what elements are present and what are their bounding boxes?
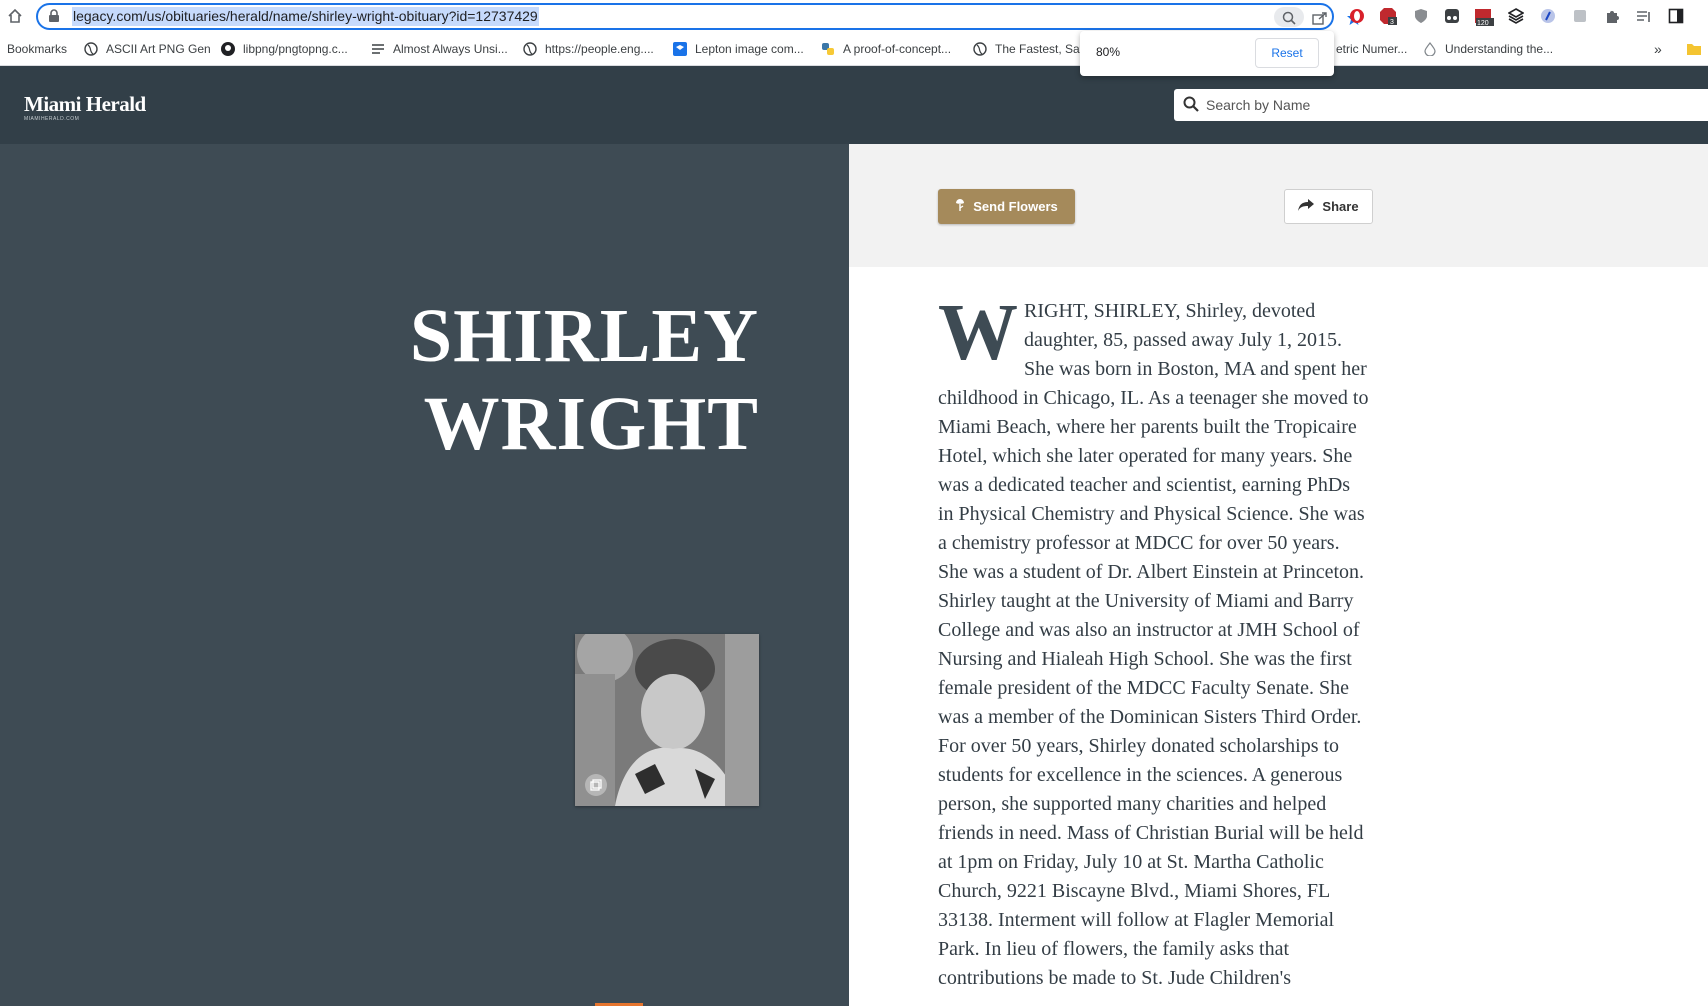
puzzle-extensions-icon[interactable] (1602, 6, 1622, 26)
bookmark-understanding[interactable]: Understanding the... (1423, 40, 1563, 58)
deceased-name: SHIRLEY WRIGHT (410, 292, 759, 468)
python-icon (821, 42, 835, 56)
share-page-icon[interactable] (1310, 8, 1330, 28)
address-bar[interactable]: legacy.com/us/obituaries/herald/name/shi… (36, 3, 1361, 30)
globe-icon (84, 42, 98, 56)
globe-icon (523, 42, 537, 56)
other-bookmarks-folder-icon[interactable] (1686, 40, 1702, 58)
search-input[interactable] (1206, 94, 1686, 116)
side-panel-icon[interactable] (1666, 6, 1686, 26)
globe-icon (973, 42, 987, 56)
drop-icon (1423, 42, 1437, 56)
github-icon (221, 42, 235, 56)
bookmark-lepton[interactable]: Lepton image com... (673, 40, 813, 58)
adblock-extension-icon[interactable]: 3 (1378, 6, 1398, 26)
obituary-body: RIGHT, SHIRLEY, Shirley, devoted daughte… (938, 300, 1369, 989)
home-icon[interactable] (5, 6, 25, 26)
browser-toolbar: legacy.com/us/obituaries/herald/name/shi… (0, 0, 1708, 33)
bookmark-proof-of-concept[interactable]: A proof-of-concept... (821, 40, 961, 58)
obituary-content: W RIGHT, SHIRLEY, Shirley, devoted daugh… (849, 267, 1708, 1006)
drop-cap: W (938, 289, 1018, 377)
svg-text:120: 120 (1477, 20, 1489, 26)
blue-circle-extension-icon[interactable] (1538, 6, 1558, 26)
search-box[interactable] (1174, 89, 1708, 121)
obituary-text: W RIGHT, SHIRLEY, Shirley, devoted daugh… (938, 289, 1370, 993)
logo-subtitle: MIAMIHERALD.COM (24, 116, 80, 122)
zoom-level: 80% (1096, 45, 1121, 59)
lock-icon[interactable] (48, 9, 62, 25)
bookmark-ascii-art[interactable]: ASCII Art PNG Gen (84, 40, 214, 58)
zoom-reset-button[interactable]: Reset (1255, 38, 1319, 68)
calendar-extension-icon[interactable]: 120 (1474, 6, 1494, 26)
tampermonkey-extension-icon[interactable] (1442, 6, 1462, 26)
zoom-magnifier-icon[interactable] (1279, 8, 1299, 28)
url-text[interactable]: legacy.com/us/obituaries/herald/name/shi… (72, 7, 539, 26)
lines-icon (371, 42, 385, 56)
name-line-first: SHIRLEY (409, 294, 759, 378)
bookmark-numeric[interactable]: etric Numer... (1336, 40, 1410, 58)
search-icon (1183, 96, 1201, 114)
svg-text:3: 3 (1390, 19, 1394, 25)
site-header: Miami Herald MIAMIHERALD.COM (0, 66, 1708, 144)
share-button[interactable]: Share (1284, 189, 1373, 224)
dropbox-icon (673, 42, 687, 56)
action-bar: Send Flowers Share (849, 144, 1708, 267)
share-arrow-icon (1298, 199, 1315, 214)
obituary-hero-panel: SHIRLEY WRIGHT (0, 144, 849, 1006)
shield-extension-icon[interactable] (1411, 6, 1431, 26)
bookmark-folder-bookmarks[interactable]: Bookmarks (7, 40, 71, 58)
bookmark-almost-always[interactable]: Almost Always Unsi... (371, 40, 511, 58)
layers-extension-icon[interactable] (1506, 6, 1526, 26)
deceased-photo[interactable] (575, 634, 759, 806)
gray-extension-icon[interactable] (1570, 6, 1590, 26)
name-line-last: WRIGHT (423, 382, 759, 466)
gallery-icon[interactable] (585, 774, 607, 796)
reading-list-icon[interactable] (1634, 6, 1654, 26)
bookmark-people-eng[interactable]: https://people.eng.... (523, 40, 663, 58)
more-bookmarks-chevron-icon[interactable]: » (1654, 40, 1668, 58)
opera-extension-icon[interactable] (1347, 6, 1367, 26)
flower-icon (955, 198, 965, 215)
send-flowers-button[interactable]: Send Flowers (938, 189, 1075, 224)
bookmarks-bar: Bookmarks ASCII Art PNG Gen libpng/pngto… (0, 33, 1708, 66)
miami-herald-logo[interactable]: Miami Herald (24, 92, 146, 117)
bookmark-fastest-safe[interactable]: The Fastest, Safe (973, 40, 1081, 58)
bookmark-libpng[interactable]: libpng/pngtopng.c... (221, 40, 361, 58)
